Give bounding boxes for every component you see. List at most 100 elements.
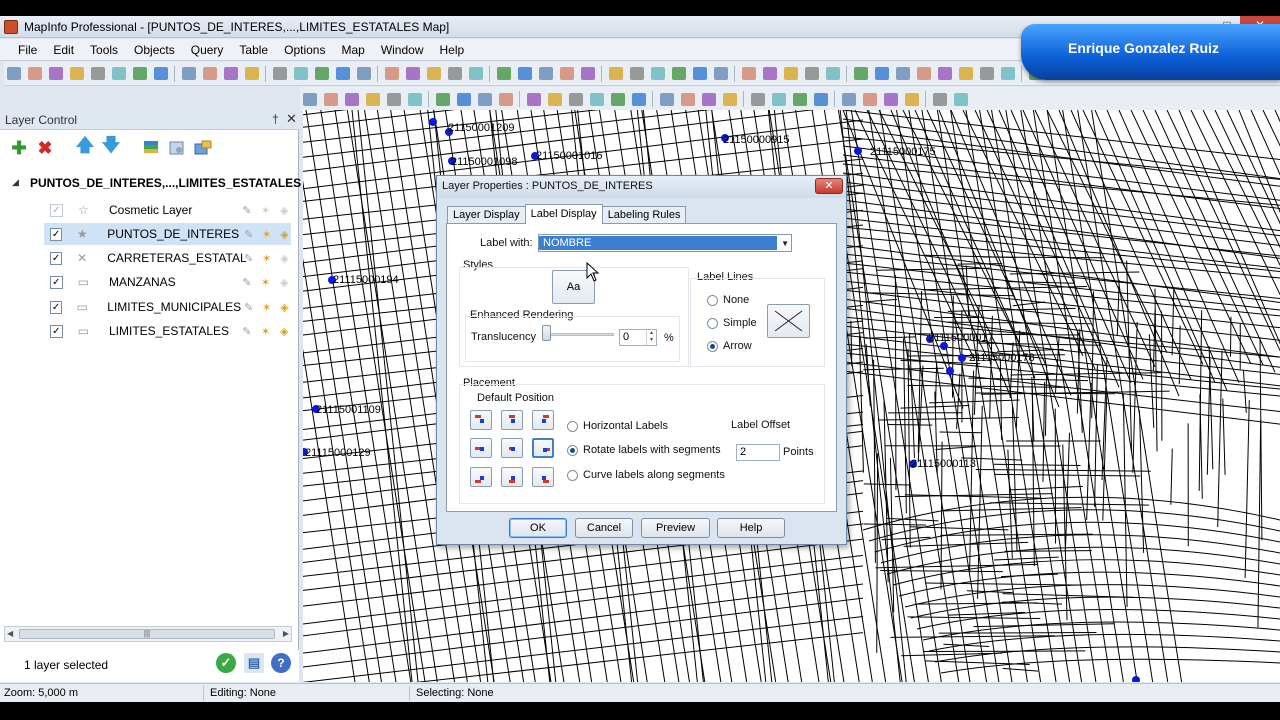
poi-point-marker[interactable]: [429, 118, 437, 126]
position-top-right-button[interactable]: [532, 410, 554, 430]
position-bottom-right-button[interactable]: [532, 467, 554, 487]
menu-file[interactable]: File: [10, 40, 45, 60]
label-offset-input[interactable]: 2: [736, 444, 780, 461]
main-tool-icon[interactable]: [384, 90, 403, 108]
standard-tool-icon[interactable]: [354, 65, 373, 83]
standard-tool-icon[interactable]: [935, 65, 954, 83]
standard-tool-icon[interactable]: [739, 65, 758, 83]
layer-row[interactable]: ✓ ▭ MANZANAS ✎ ✶ ◈: [44, 271, 291, 293]
editable-icon[interactable]: ✎: [240, 203, 254, 217]
standard-tool-icon[interactable]: [823, 65, 842, 83]
standard-tool-icon[interactable]: [200, 65, 219, 83]
position-center-button[interactable]: [501, 438, 523, 458]
editable-icon[interactable]: ✎: [242, 251, 255, 265]
poi-point-marker[interactable]: [946, 367, 954, 375]
standard-tool-icon[interactable]: [536, 65, 555, 83]
preview-button[interactable]: Preview: [641, 518, 710, 538]
standard-tool-icon[interactable]: [312, 65, 331, 83]
tab-label-display[interactable]: Label Display: [524, 204, 603, 224]
standard-tool-icon[interactable]: [333, 65, 352, 83]
standard-tool-icon[interactable]: [424, 65, 443, 83]
selectable-icon[interactable]: ✶: [259, 324, 273, 338]
menu-objects[interactable]: Objects: [126, 40, 183, 60]
standard-tool-icon[interactable]: [977, 65, 996, 83]
standard-tool-icon[interactable]: [851, 65, 870, 83]
selectable-icon[interactable]: ✶: [260, 227, 273, 241]
editable-icon[interactable]: ✎: [242, 227, 255, 241]
main-tool-icon[interactable]: [678, 90, 697, 108]
editable-icon[interactable]: ✎: [240, 324, 254, 338]
standard-tool-icon[interactable]: [578, 65, 597, 83]
standard-tool-icon[interactable]: [445, 65, 464, 83]
standard-tool-icon[interactable]: [494, 65, 513, 83]
main-tool-icon[interactable]: [720, 90, 739, 108]
standard-tool-icon[interactable]: [998, 65, 1017, 83]
position-top-left-button[interactable]: [470, 410, 492, 430]
layer-row[interactable]: ✓ ☆ Cosmetic Layer ✎ ✶ ◈: [44, 199, 291, 221]
position-bottom-center-button[interactable]: [501, 467, 523, 487]
standard-tool-icon[interactable]: [669, 65, 688, 83]
main-tool-icon[interactable]: [608, 90, 627, 108]
main-tool-icon[interactable]: [881, 90, 900, 108]
layer-row[interactable]: ✓ ✕ CARRETERAS_ESTATAL ✎ ✶ ◈: [44, 247, 291, 269]
main-tool-icon[interactable]: [811, 90, 830, 108]
layer-list-view-icon[interactable]: ▤: [244, 653, 264, 673]
line-style-button[interactable]: [767, 304, 810, 338]
layer-visible-checkbox[interactable]: ✓: [50, 203, 63, 217]
editable-icon[interactable]: ✎: [240, 275, 254, 289]
menu-edit[interactable]: Edit: [45, 40, 82, 60]
move-layer-down-icon[interactable]: 🡇: [100, 135, 122, 159]
standard-tool-icon[interactable]: [291, 65, 310, 83]
main-tool-icon[interactable]: [839, 90, 858, 108]
label-lines-arrow-radio[interactable]: [707, 341, 718, 352]
standard-tool-icon[interactable]: [956, 65, 975, 83]
menu-help[interactable]: Help: [432, 40, 473, 60]
standard-tool-icon[interactable]: [606, 65, 625, 83]
translucency-slider-thumb[interactable]: [542, 325, 551, 341]
layer-visible-checkbox[interactable]: ✓: [50, 275, 63, 289]
standard-tool-icon[interactable]: [151, 65, 170, 83]
add-layer-icon[interactable]: ✚: [8, 137, 30, 159]
layer-visible-checkbox[interactable]: ✓: [50, 227, 63, 241]
dropdown-arrow-icon[interactable]: ▼: [781, 239, 789, 248]
editable-icon[interactable]: ✎: [242, 300, 255, 314]
main-tool-icon[interactable]: [951, 90, 970, 108]
scroll-left-icon[interactable]: ◀: [7, 629, 13, 638]
standard-tool-icon[interactable]: [648, 65, 667, 83]
standard-tool-icon[interactable]: [760, 65, 779, 83]
label-lines-none-radio[interactable]: [707, 295, 718, 306]
main-tool-icon[interactable]: [300, 90, 319, 108]
position-top-center-button[interactable]: [501, 410, 523, 430]
main-tool-icon[interactable]: [342, 90, 361, 108]
spin-buttons[interactable]: ▲ ▼: [646, 330, 656, 345]
selectable-icon[interactable]: ✶: [260, 300, 273, 314]
layer-visible-checkbox[interactable]: ✓: [50, 251, 63, 265]
standard-tool-icon[interactable]: [627, 65, 646, 83]
standard-tool-icon[interactable]: [25, 65, 44, 83]
standard-tool-icon[interactable]: [109, 65, 128, 83]
main-tool-icon[interactable]: [657, 90, 676, 108]
standard-tool-icon[interactable]: [403, 65, 422, 83]
dialog-close-button[interactable]: ✕: [815, 178, 843, 194]
menu-tools[interactable]: Tools: [82, 40, 126, 60]
poi-point-marker[interactable]: [1132, 676, 1140, 682]
layer-row[interactable]: ✓ ▭ LIMITES_MUNICIPALES ✎ ✶ ◈: [44, 296, 291, 318]
standard-tool-icon[interactable]: [466, 65, 485, 83]
scroll-right-icon[interactable]: ▶: [283, 629, 289, 638]
poi-point-marker[interactable]: [854, 147, 862, 155]
standard-tool-icon[interactable]: [242, 65, 261, 83]
layer-visible-checkbox[interactable]: ✓: [50, 324, 63, 338]
main-tool-icon[interactable]: [363, 90, 382, 108]
standard-tool-icon[interactable]: [802, 65, 821, 83]
main-tool-icon[interactable]: [860, 90, 879, 108]
help-icon[interactable]: ?: [271, 653, 291, 673]
standard-tool-icon[interactable]: [872, 65, 891, 83]
selectable-icon[interactable]: ✶: [259, 275, 273, 289]
standard-tool-icon[interactable]: [179, 65, 198, 83]
standard-tool-icon[interactable]: [382, 65, 401, 83]
main-tool-icon[interactable]: [321, 90, 340, 108]
main-tool-icon[interactable]: [433, 90, 452, 108]
map-options-icon[interactable]: [192, 137, 214, 159]
standard-tool-icon[interactable]: [221, 65, 240, 83]
pin-icon[interactable]: †: [272, 112, 279, 126]
